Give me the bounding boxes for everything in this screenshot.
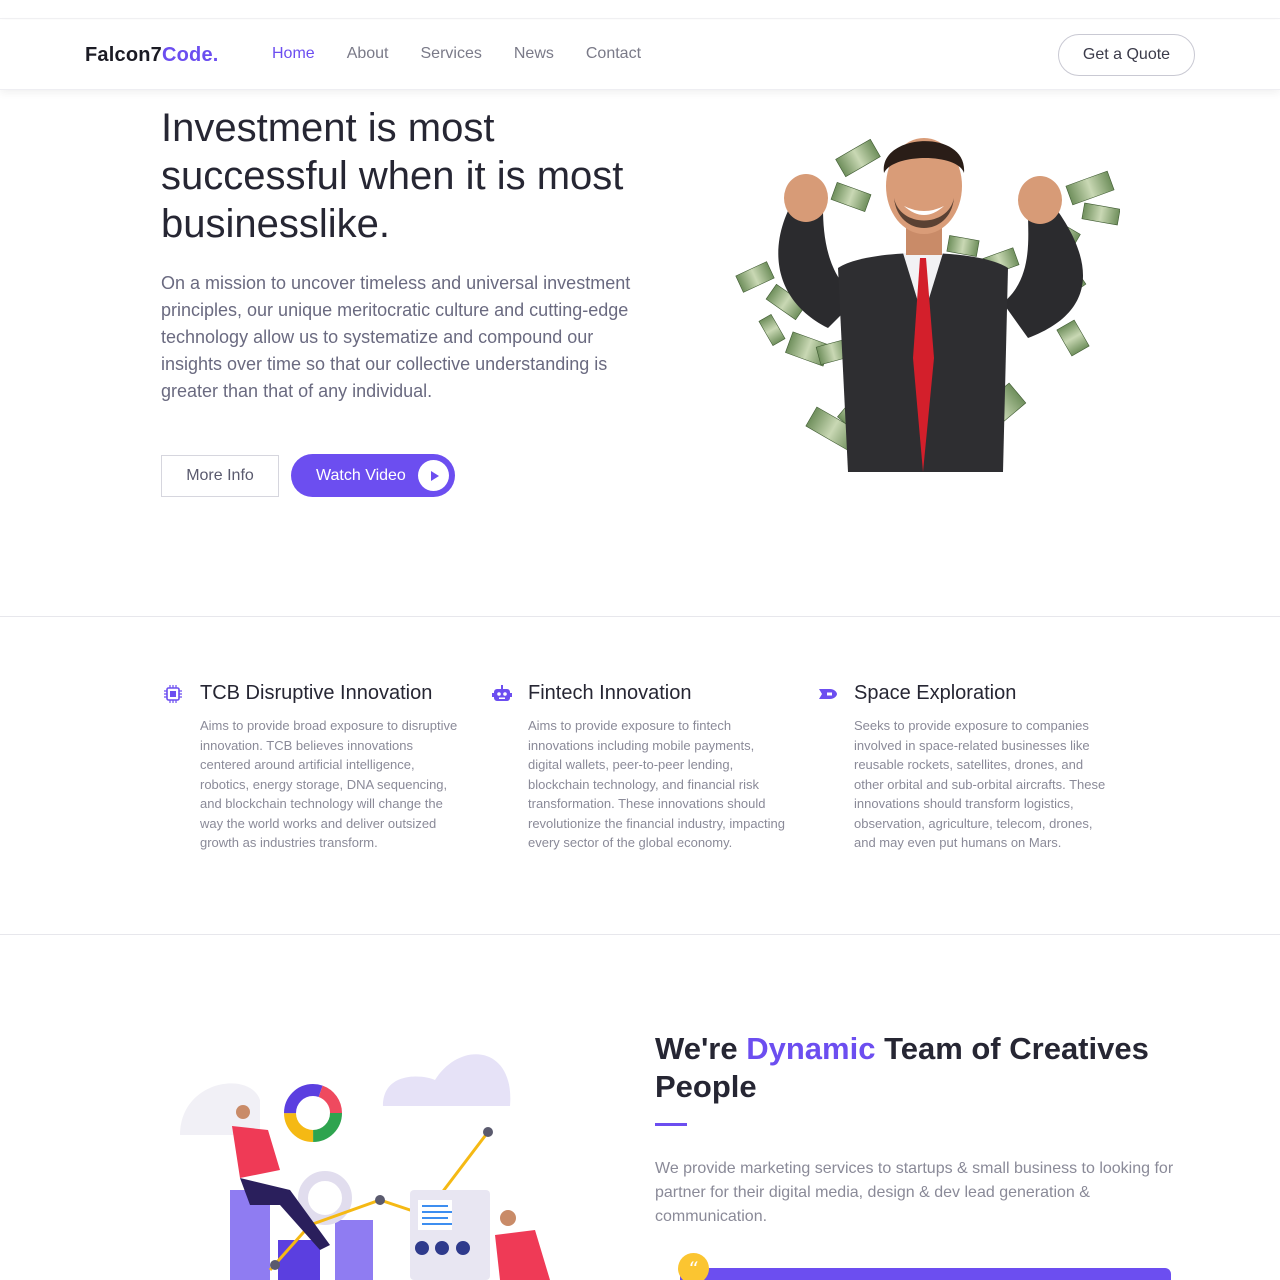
team-title-accent: Dynamic — [746, 1031, 876, 1066]
nav-item-about[interactable]: About — [347, 45, 389, 63]
brand-logo[interactable]: Falcon7Code. — [85, 44, 219, 67]
quote-icon: “ — [678, 1253, 709, 1280]
more-info-button[interactable]: More Info — [161, 455, 279, 497]
team-description: We provide marketing services to startup… — [655, 1160, 1174, 1225]
hero-businessman-image — [728, 128, 1121, 472]
feature-title: TCB Disruptive Innovation — [200, 682, 433, 704]
testimonial-card — [680, 1268, 1171, 1280]
get-quote-button[interactable]: Get a Quote — [1058, 34, 1195, 76]
watch-video-label: Watch Video — [316, 466, 406, 484]
feature-text: Aims to provide broad exposure to disrup… — [200, 718, 458, 850]
team-title: We're Dynamic Team of Creatives People — [655, 1030, 1175, 1106]
hero-title: Investment is most successful when it is… — [161, 106, 624, 246]
main-nav: Home About Services News Contact — [272, 45, 641, 63]
play-icon — [418, 460, 449, 491]
nav-item-home[interactable]: Home — [272, 45, 315, 63]
nav-item-news[interactable]: News — [514, 45, 554, 63]
feature-title: Fintech Innovation — [528, 682, 692, 704]
brand-name: Falcon7 — [85, 44, 162, 66]
feature-title: Space Exploration — [854, 682, 1017, 704]
section-divider — [0, 934, 1280, 935]
cpu-chip-icon — [164, 685, 182, 703]
feature-text: Seeks to provide exposure to companies i… — [854, 718, 1106, 850]
section-divider — [0, 616, 1280, 617]
hero-description: On a mission to uncover timeless and uni… — [161, 273, 631, 401]
brand-name-accent: Code. — [161, 44, 219, 66]
top-strip — [0, 0, 1280, 19]
navbar: Falcon7Code. Home About Services News Co… — [0, 20, 1280, 90]
robot-icon — [492, 685, 512, 703]
nav-item-contact[interactable]: Contact — [586, 45, 641, 63]
nav-item-services[interactable]: Services — [421, 45, 482, 63]
feature-text: Aims to provide exposure to fintech inno… — [528, 718, 786, 850]
title-underline — [655, 1123, 687, 1126]
team-title-pre: We're — [655, 1031, 747, 1066]
team-illustration — [170, 1040, 590, 1280]
spaceship-icon — [818, 685, 837, 703]
watch-video-button[interactable]: Watch Video — [291, 454, 455, 497]
